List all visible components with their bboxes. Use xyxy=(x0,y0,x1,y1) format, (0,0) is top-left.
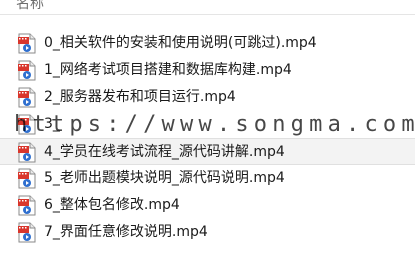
file-name: 6_整体包名修改.mp4 xyxy=(44,197,180,213)
name-column-label: 名称 xyxy=(16,0,44,12)
file-name: 1_网络考试项目搭建和数据库构建.mp4 xyxy=(44,62,292,78)
video-file-icon xyxy=(17,168,37,189)
video-file-icon xyxy=(17,33,37,54)
file-name: 4_学员在线考试流程_源代码讲解.mp4 xyxy=(44,144,285,160)
file-explorer-window: 名称 0_相关软件的安装和使用说明(可跳过).mp4 1_网络考试项目搭建和数据… xyxy=(0,0,415,259)
file-row-selected[interactable]: 4_学员在线考试流程_源代码讲解.mp4 xyxy=(0,138,415,165)
file-row[interactable]: 5_老师出题模块说明_源代码说明.mp4 xyxy=(0,165,415,192)
file-row[interactable]: 1_网络考试项目搭建和数据库构建.mp4 xyxy=(0,57,415,84)
file-row[interactable]: 3_ xyxy=(0,111,415,138)
file-row[interactable]: 2_服务器发布和项目运行.mp4 xyxy=(0,84,415,111)
file-row[interactable]: 7_界面任意修改说明.mp4 xyxy=(0,219,415,246)
video-file-icon xyxy=(17,222,37,243)
file-name: 0_相关软件的安装和使用说明(可跳过).mp4 xyxy=(44,35,317,51)
video-file-icon xyxy=(17,195,37,216)
video-file-icon xyxy=(17,60,37,81)
file-row[interactable]: 0_相关软件的安装和使用说明(可跳过).mp4 xyxy=(0,30,415,57)
video-file-icon xyxy=(17,114,37,135)
file-name: 7_界面任意修改说明.mp4 xyxy=(44,224,208,240)
file-row[interactable]: 6_整体包名修改.mp4 xyxy=(0,192,415,219)
video-file-icon xyxy=(17,142,37,163)
file-list: 0_相关软件的安装和使用说明(可跳过).mp4 1_网络考试项目搭建和数据库构建… xyxy=(0,30,415,246)
video-file-icon xyxy=(17,87,37,108)
file-name: 3_ xyxy=(44,116,60,132)
file-name: 2_服务器发布和项目运行.mp4 xyxy=(44,89,236,105)
file-name: 5_老师出题模块说明_源代码说明.mp4 xyxy=(44,170,285,186)
column-header[interactable]: 名称 xyxy=(0,0,415,15)
